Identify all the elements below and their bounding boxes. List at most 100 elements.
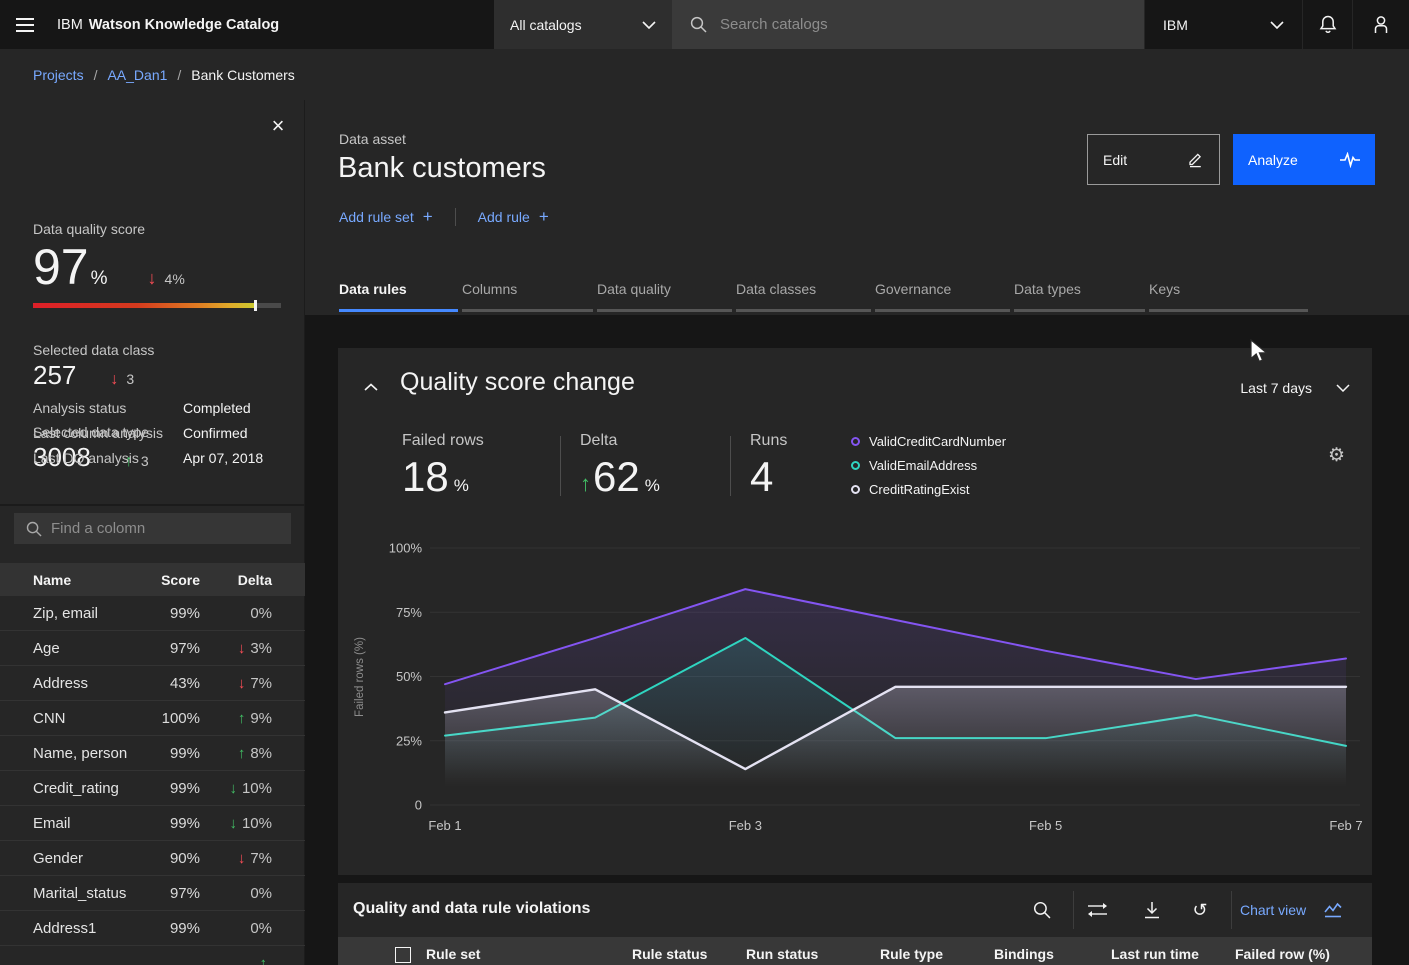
column-table-body: Zip, email99%0%Age97%↓3%Address43%↓7%CNN… [0, 596, 305, 965]
column-row[interactable]: Credit_rating99%↓10% [0, 771, 305, 806]
quality-score-change-card: Quality score change Last 7 days Failed … [338, 348, 1372, 875]
column-delta: 0% [200, 605, 272, 622]
app-title: IBM Watson Knowledge Catalog [57, 0, 279, 49]
divider [560, 436, 561, 496]
divider [1231, 891, 1232, 929]
violations-column-header[interactable]: Rule set [426, 946, 480, 962]
close-icon[interactable]: × [264, 112, 292, 140]
column-score: 99% [144, 780, 200, 797]
column-row[interactable]: CNN100%↑9% [0, 701, 305, 736]
violations-card: Quality and data rule violations ↺ Chart… [338, 883, 1372, 965]
find-column-search[interactable] [14, 513, 291, 544]
breadcrumb-separator: / [177, 67, 181, 83]
arrow-down-icon: ↓ [238, 850, 246, 867]
quality-score-gauge [33, 303, 281, 308]
column-name: Marital_status [33, 885, 144, 902]
catalog-search[interactable] [672, 0, 1144, 49]
rule-links: Add rule set + Add rule + [339, 207, 549, 227]
top-nav: IBM Watson Knowledge Catalog All catalog… [0, 0, 1409, 49]
column-row[interactable]: Zip, email99%0% [0, 596, 305, 631]
column-name: Email [33, 815, 144, 832]
legend-label: ValidEmailAddress [869, 458, 977, 473]
violations-column-header[interactable]: Bindings [994, 946, 1054, 962]
breadcrumb-projects[interactable]: Projects [33, 67, 84, 83]
account-selector[interactable]: IBM [1144, 0, 1302, 49]
svg-text:Failed rows (%): Failed rows (%) [354, 637, 366, 717]
tab-underline [1149, 309, 1308, 312]
find-column-input[interactable] [51, 520, 271, 537]
column-score: 43% [144, 675, 200, 692]
profile-button[interactable] [1352, 0, 1409, 49]
legend-item[interactable]: CreditRatingExist [851, 482, 1006, 497]
search-icon [690, 16, 707, 33]
analyze-button[interactable]: Analyze [1233, 134, 1375, 185]
column-name: Address [33, 675, 144, 692]
column-row[interactable]: Name, person99%↑8% [0, 736, 305, 771]
search-icon[interactable] [1024, 892, 1060, 928]
account-selector-label: IBM [1163, 17, 1188, 33]
svg-text:50%: 50% [396, 669, 422, 684]
tab-data-classes[interactable]: Data classes [736, 281, 871, 312]
column-table-header: Name Score Delta [0, 563, 305, 596]
catalog-selector[interactable]: All catalogs [494, 0, 672, 49]
column-score: 100% [144, 710, 200, 727]
stat-delta: Delta ↑ 62 % [580, 432, 660, 498]
column-row[interactable]: ↑ [0, 946, 305, 965]
add-rule-link[interactable]: Add rule + [478, 207, 549, 227]
chevron-down-icon [1270, 21, 1284, 29]
legend-ring-icon [851, 437, 860, 446]
add-rule-set-link[interactable]: Add rule set + [339, 207, 433, 227]
column-score: 99% [144, 815, 200, 832]
tab-data-quality[interactable]: Data quality [597, 281, 732, 312]
legend-item[interactable]: ValidCreditCardNumber [851, 434, 1006, 449]
violations-column-header[interactable]: Rule type [880, 946, 943, 962]
tab-underline [597, 309, 732, 312]
select-all-checkbox[interactable] [395, 947, 411, 963]
column-row[interactable]: Email99%↓10% [0, 806, 305, 841]
tab-columns[interactable]: Columns [462, 281, 593, 312]
tab-label: Governance [875, 281, 1010, 303]
quality-score-line-chart: 100%75%50%25%0Failed rows (%)Feb 1Feb 3F… [338, 538, 1372, 868]
legend-ring-icon [851, 485, 860, 494]
divider [0, 504, 305, 506]
reset-icon[interactable]: ↺ [1182, 892, 1218, 928]
bell-icon [1318, 14, 1338, 35]
edit-button[interactable]: Edit [1087, 134, 1220, 185]
tab-content: Quality score change Last 7 days Failed … [305, 315, 1409, 965]
tab-governance[interactable]: Governance [875, 281, 1010, 312]
violations-column-header[interactable]: Failed row (%) [1235, 946, 1330, 962]
column-row[interactable]: Gender90%↓7% [0, 841, 305, 876]
brand-prefix: IBM [57, 17, 83, 33]
arrow-down-icon: ↓ [229, 815, 237, 832]
search-input[interactable] [720, 16, 1080, 33]
violations-title: Quality and data rule violations [353, 900, 590, 918]
column-row[interactable]: Address43%↓7% [0, 666, 305, 701]
brand-name: Watson Knowledge Catalog [89, 17, 279, 33]
violations-column-header[interactable]: Last run time [1111, 946, 1199, 962]
column-row[interactable]: Age97%↓3% [0, 631, 305, 666]
column-row[interactable]: Marital_status97%0% [0, 876, 305, 911]
legend-item[interactable]: ValidEmailAddress [851, 458, 1006, 473]
chart-view-toggle[interactable]: Chart view [1240, 883, 1342, 937]
column-row[interactable]: Address199%0% [0, 911, 305, 946]
violations-column-header[interactable]: Rule status [632, 946, 707, 962]
notifications-button[interactable] [1302, 0, 1352, 49]
filter-adjust-icon[interactable] [1079, 892, 1115, 928]
tab-keys[interactable]: Keys [1149, 281, 1308, 312]
tab-underline [339, 309, 458, 312]
tab-data-rules[interactable]: Data rules [339, 281, 458, 312]
tab-data-types[interactable]: Data types [1014, 281, 1145, 312]
column-delta: ↓10% [200, 815, 272, 832]
menu-icon[interactable] [0, 0, 49, 49]
arrow-down-icon: ↓ [110, 371, 118, 389]
gauge-marker [254, 300, 257, 311]
gear-icon[interactable]: ⚙ [1328, 444, 1345, 467]
tab-underline [1014, 309, 1145, 312]
data-quality-sidebar: × Data quality score 97 % ↓ 4% Selected … [0, 100, 305, 965]
svg-text:75%: 75% [396, 605, 422, 620]
breadcrumb-project[interactable]: AA_Dan1 [107, 67, 167, 83]
collapse-chevron-up-icon[interactable] [364, 380, 378, 395]
time-range-selector[interactable]: Last 7 days [1240, 380, 1350, 396]
violations-column-header[interactable]: Run status [746, 946, 818, 962]
download-icon[interactable] [1134, 892, 1170, 928]
